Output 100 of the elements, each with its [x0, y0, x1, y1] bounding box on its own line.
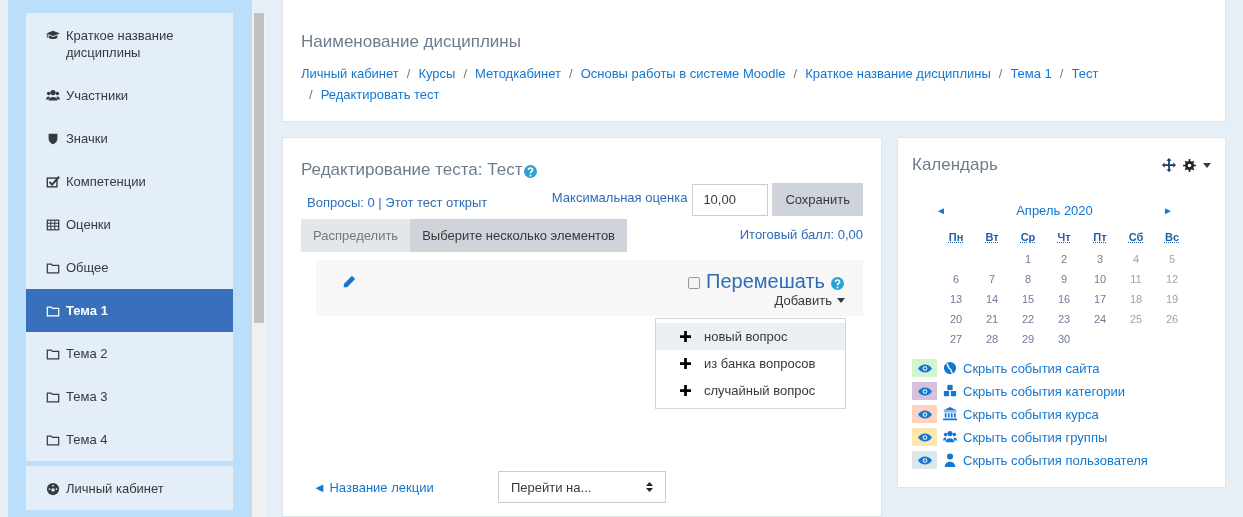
plus-icon — [680, 331, 691, 342]
hide-events-link[interactable]: Скрыть события группы — [963, 429, 1108, 445]
sidebar-item[interactable]: Значки — [26, 117, 233, 160]
calendar-day[interactable]: 20 — [938, 312, 974, 327]
calendar-day[interactable]: 14 — [974, 292, 1010, 307]
breadcrumb-separator: / — [793, 65, 798, 82]
previous-activity-link[interactable]: ◄ Название лекции — [313, 479, 498, 495]
sidebar-item[interactable]: Оценки — [26, 203, 233, 246]
hide-events-link[interactable]: Скрыть события курса — [963, 406, 1099, 422]
calendar-day[interactable]: 19 — [1154, 292, 1190, 307]
calendar-day[interactable]: 16 — [1046, 292, 1082, 307]
add-dropdown[interactable]: Добавить — [774, 293, 845, 308]
event-color-swatch[interactable] — [912, 359, 937, 377]
calendar-day[interactable]: 27 — [938, 332, 974, 347]
shuffle-label: Перемешать — [706, 270, 825, 293]
sidebar-item[interactable]: Тема 3 — [26, 375, 233, 418]
shuffle-checkbox[interactable] — [688, 277, 701, 289]
breadcrumb-link[interactable]: Методкабинет — [475, 65, 562, 82]
breadcrumb-link[interactable]: Редактировать тест — [320, 86, 440, 103]
checkbox-icon — [46, 175, 60, 189]
calendar-day[interactable]: 28 — [974, 332, 1010, 347]
menu-item[interactable]: из банка вопросов — [656, 350, 845, 377]
weekday-label: Чт — [1056, 230, 1072, 245]
breadcrumb-link[interactable]: Тест — [1071, 65, 1099, 82]
event-color-swatch[interactable] — [912, 405, 937, 423]
calendar-day[interactable]: 6 — [938, 272, 974, 287]
sidebar-item[interactable]: Тема 2 — [26, 332, 233, 375]
calendar-day[interactable]: 3 — [1082, 252, 1118, 267]
calendar-day[interactable]: 9 — [1046, 272, 1082, 287]
calendar-day[interactable]: 23 — [1046, 312, 1082, 327]
calendar-day[interactable]: 25 — [1118, 312, 1154, 327]
total-marks: Итоговый балл: 0,00 — [739, 227, 863, 242]
event-color-swatch[interactable] — [912, 428, 937, 446]
calendar-day[interactable]: 12 — [1154, 272, 1190, 287]
calendar-day[interactable]: 24 — [1082, 312, 1118, 327]
move-icon — [1162, 158, 1176, 172]
breadcrumb-separator: / — [406, 65, 411, 82]
eye-icon — [917, 409, 932, 419]
breadcrumb-link[interactable]: Курсы — [418, 65, 456, 82]
breadcrumb-link[interactable]: Основы работы в системе Moodle — [580, 65, 786, 82]
menu-item[interactable]: новый вопрос — [656, 323, 845, 350]
calendar-day[interactable]: 30 — [1046, 332, 1082, 347]
calendar-day[interactable]: 26 — [1154, 312, 1190, 327]
caret-icon — [1203, 162, 1211, 168]
weekday-label: Ср — [1019, 230, 1037, 245]
calendar-title: Календарь — [912, 155, 998, 175]
scrollbar[interactable] — [252, 13, 266, 517]
calendar-day[interactable]: 17 — [1082, 292, 1118, 307]
jump-select[interactable]: Перейти на... — [498, 471, 666, 503]
scrollbar-thumb[interactable] — [254, 13, 264, 323]
folder-icon — [46, 304, 60, 318]
sidebar-item[interactable]: Тема 4 — [26, 418, 233, 461]
calendar-day[interactable]: 10 — [1082, 272, 1118, 287]
calendar-day[interactable]: 1 — [1010, 252, 1046, 267]
sidebar-item[interactable]: Участники — [26, 74, 233, 117]
next-month-link[interactable]: ► — [1163, 205, 1173, 216]
weekday-label: Сб — [1127, 230, 1145, 245]
calendar-day[interactable]: 22 — [1010, 312, 1046, 327]
breadcrumb-separator: / — [569, 65, 573, 82]
plus-icon — [680, 385, 691, 396]
sidebar-item[interactable]: Краткое название дисциплины — [26, 13, 233, 74]
calendar-day[interactable]: 7 — [974, 272, 1010, 287]
max-grade-label: Максимальная оценка — [551, 190, 688, 205]
sidebar-item[interactable]: Компетенции — [26, 160, 233, 203]
users-icon — [943, 430, 957, 444]
previous-month-link[interactable]: ◄ — [936, 205, 946, 216]
month-title[interactable]: Апрель 2020 — [1016, 203, 1093, 218]
hide-events-link[interactable]: Скрыть события категории — [963, 383, 1125, 399]
select-multiple-button[interactable]: Выберите несколько элементов — [410, 219, 628, 252]
save-button[interactable]: Сохранить — [772, 183, 863, 216]
calendar-day[interactable]: 29 — [1010, 332, 1046, 347]
menu-item[interactable]: случайный вопрос — [656, 377, 845, 404]
event-color-swatch[interactable] — [912, 382, 937, 400]
max-grade-field[interactable]: 10,00 — [692, 183, 769, 216]
sort-arrows-icon — [646, 482, 653, 492]
calendar-day[interactable]: 2 — [1046, 252, 1082, 267]
hide-events-link[interactable]: Скрыть события сайта — [963, 360, 1100, 376]
calendar-day[interactable]: 18 — [1118, 292, 1154, 307]
sidebar-item[interactable]: Общее — [26, 246, 233, 289]
event-color-swatch[interactable] — [912, 451, 937, 469]
calendar-day[interactable]: 4 — [1118, 252, 1154, 267]
calendar-day[interactable]: 15 — [1010, 292, 1046, 307]
quiz-info: Вопросы: 0 | Этот тест открыт — [307, 195, 488, 210]
breadcrumb-separator: / — [998, 65, 1003, 82]
calendar-day[interactable]: 8 — [1010, 272, 1046, 287]
breadcrumb-link[interactable]: Личный кабинет — [301, 65, 399, 82]
breadcrumb-link[interactable]: Краткое название дисциплины — [805, 65, 991, 82]
hide-events-link[interactable]: Скрыть события пользователя — [963, 452, 1148, 468]
breadcrumb-link[interactable]: Тема 1 — [1010, 65, 1052, 82]
calendar-day[interactable]: 5 — [1154, 252, 1190, 267]
calendar-day[interactable]: 21 — [974, 312, 1010, 327]
calendar-day[interactable]: 11 — [1118, 272, 1154, 287]
calendar-day[interactable]: 13 — [938, 292, 974, 307]
folder-icon — [46, 347, 60, 361]
help-icon — [524, 165, 538, 178]
eye-icon — [917, 386, 932, 396]
eye-icon — [917, 455, 932, 465]
sidebar-item[interactable]: Тема 1 — [26, 289, 233, 332]
sidebar-item[interactable]: Личный кабинет — [26, 466, 233, 510]
folder-icon — [46, 390, 60, 404]
